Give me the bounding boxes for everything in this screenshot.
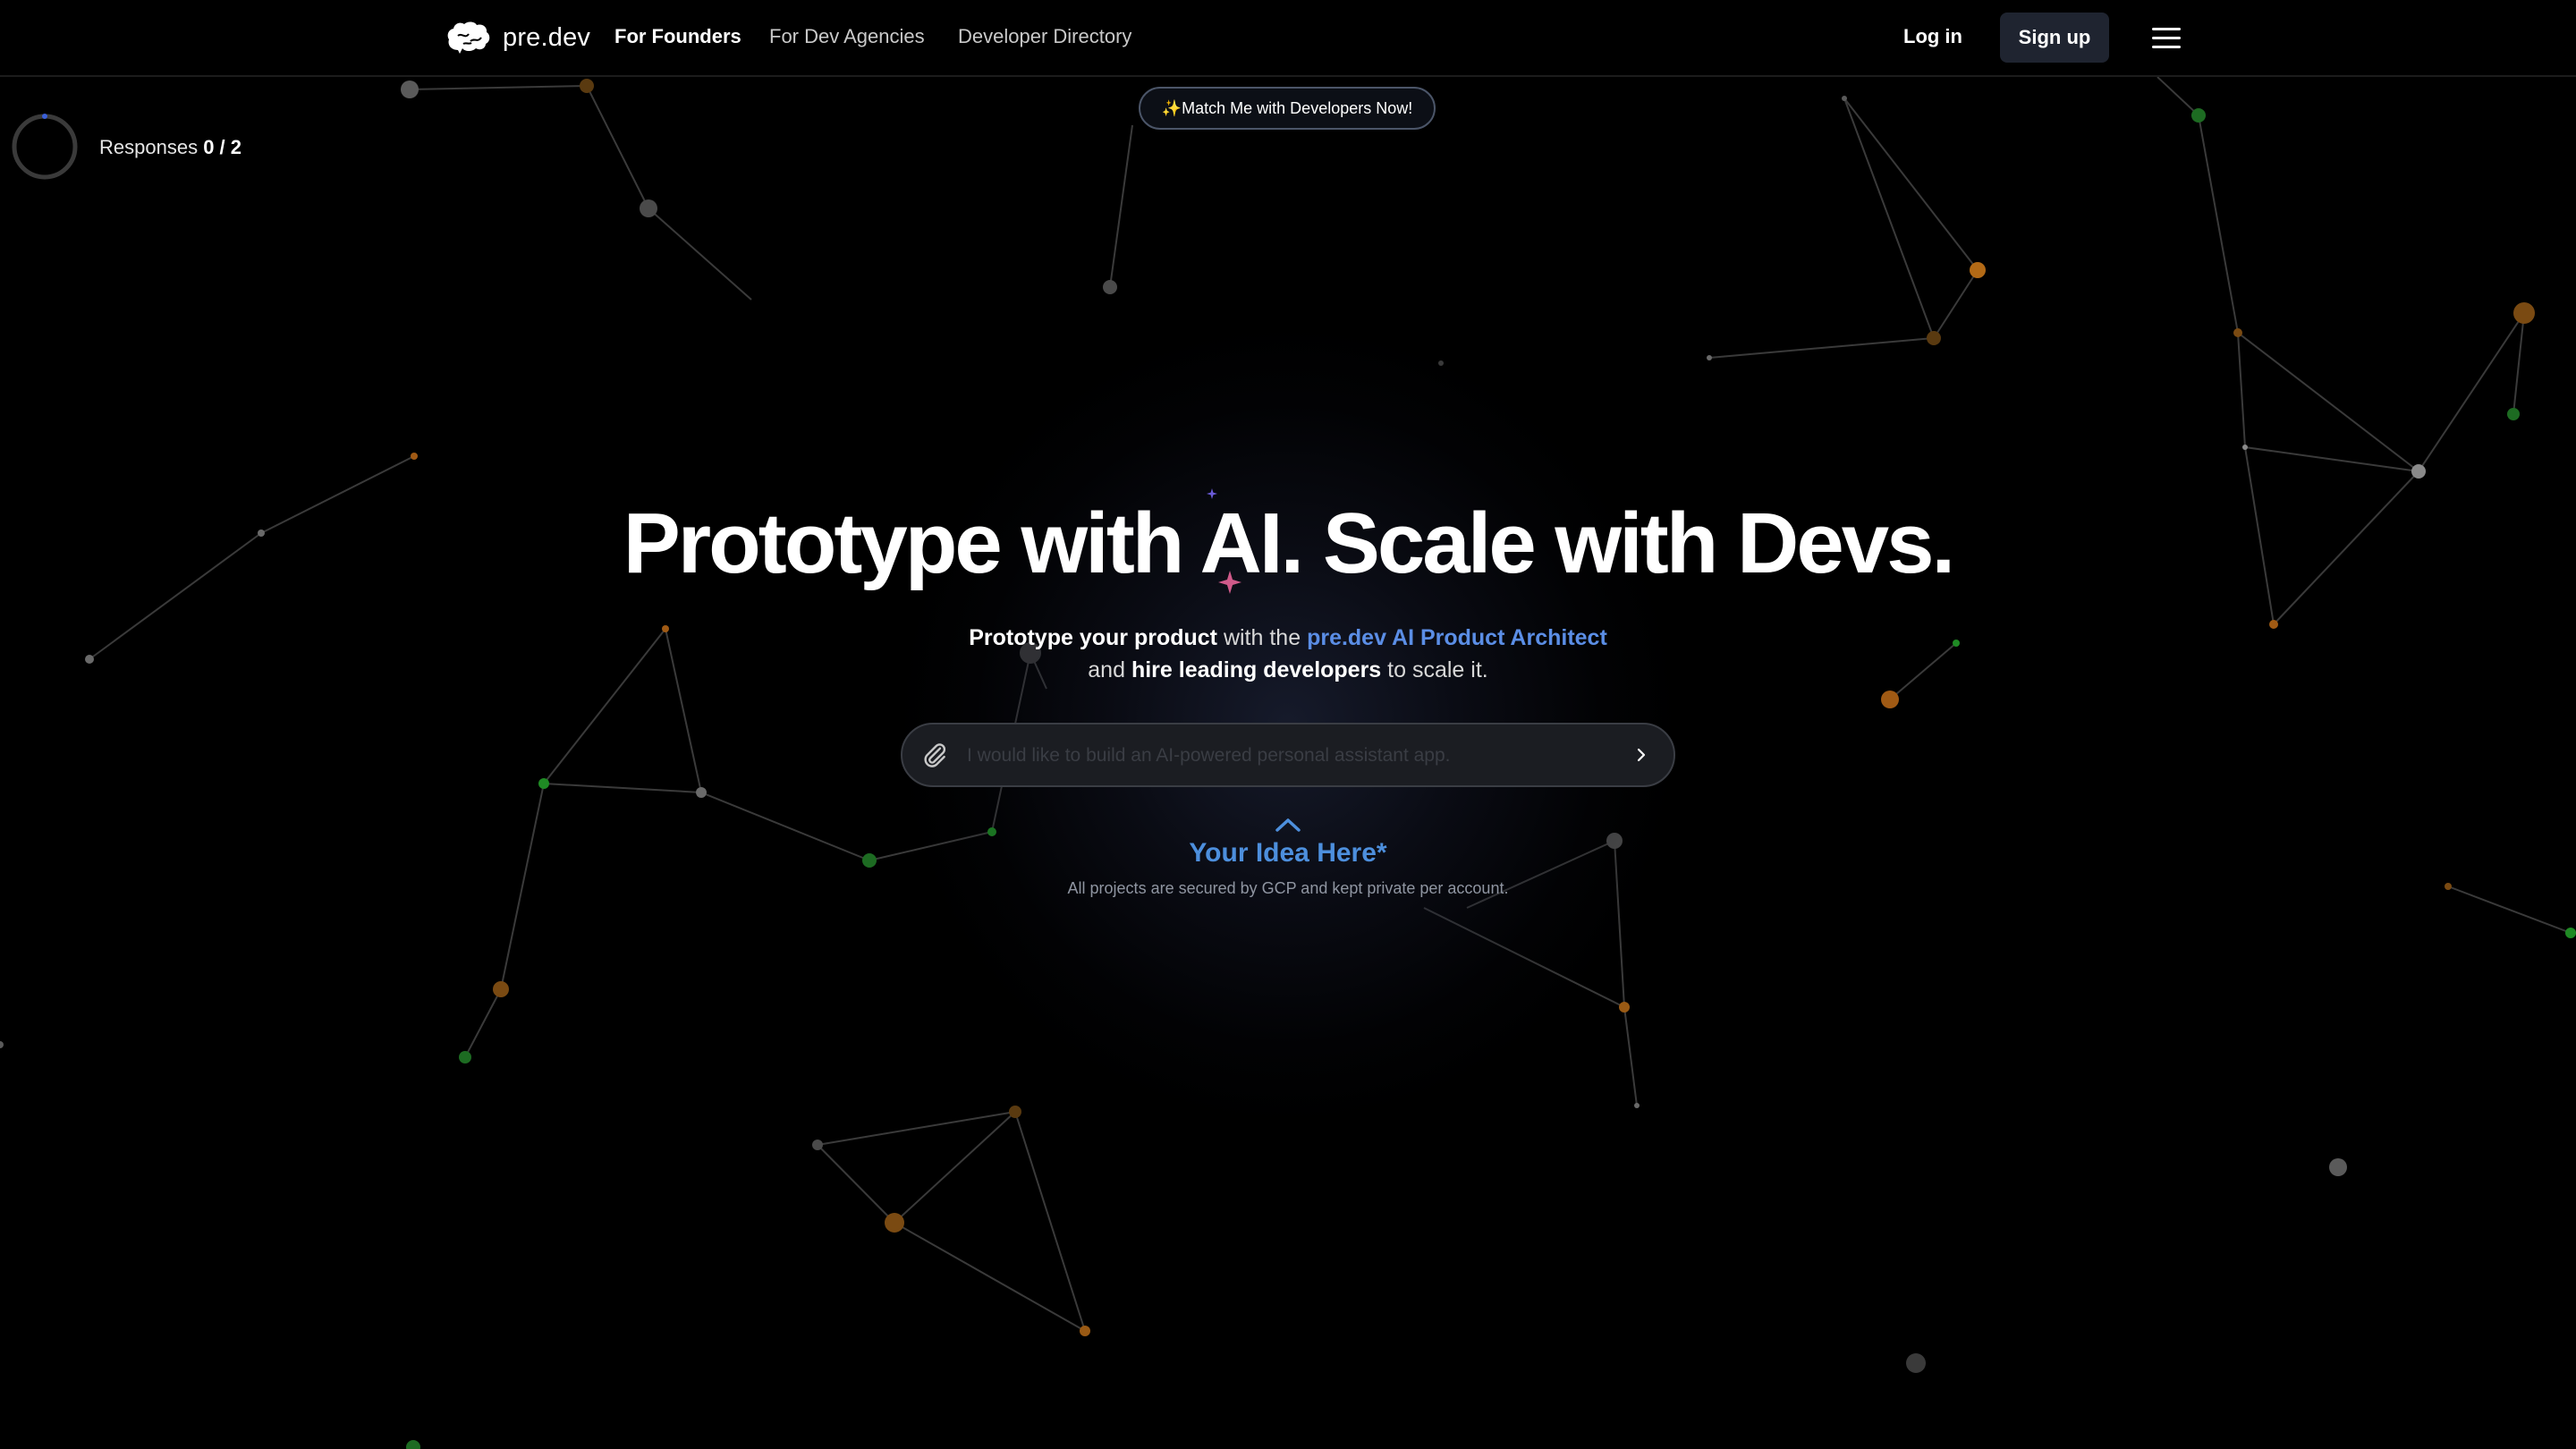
brain-icon: [447, 21, 490, 54]
hero-subtitle-line-1: Prototype your product with the pre.dev …: [0, 622, 2576, 654]
hero-subtitle-line-2: and hire leading developers to scale it.: [0, 654, 2576, 686]
subtitle-text: and: [1088, 657, 1131, 682]
page: pre.dev For Founders For Dev Agencies De…: [0, 0, 2576, 1449]
paperclip-icon[interactable]: [920, 741, 949, 769]
nav-link-for-founders[interactable]: For Founders: [614, 25, 741, 48]
brand-link[interactable]: pre.dev: [445, 18, 590, 57]
security-note: All projects are secured by GCP and kept…: [1067, 879, 1509, 897]
responses-count: 0 / 2: [203, 136, 242, 158]
subtitle-text: to scale it.: [1381, 657, 1488, 682]
idea-prompt-input[interactable]: [965, 737, 1595, 775]
nav-link-for-dev-agencies[interactable]: For Dev Agencies: [769, 25, 925, 48]
nav-link-developer-directory[interactable]: Developer Directory: [958, 25, 1131, 48]
top-navbar: pre.dev For Founders For Dev Agencies De…: [0, 0, 2576, 77]
subtitle-bold-hire: hire leading developers: [1131, 657, 1382, 682]
responses-label: Responses: [99, 136, 199, 158]
responses-counter: Responses 0 / 2: [99, 136, 242, 159]
match-developers-button[interactable]: ✨Match Me with Developers Now!: [1139, 87, 1436, 130]
hero-title: Prototype with AI. Scale with Devs.: [623, 496, 1955, 591]
your-idea-label: Your Idea Here*: [1189, 838, 1387, 868]
brand-name: pre.dev: [503, 22, 591, 52]
idea-prompt-box: [901, 723, 1675, 787]
chevron-right-icon[interactable]: [1627, 741, 1656, 769]
signup-button[interactable]: Sign up: [2000, 13, 2109, 63]
hamburger-menu-icon[interactable]: [2152, 25, 2182, 50]
chevron-up-icon: [1275, 818, 1301, 832]
subtitle-text: with the: [1217, 625, 1308, 650]
subtitle-bold-prototype: Prototype your product: [969, 625, 1217, 650]
subtitle-accent-architect: pre.dev AI Product Architect: [1307, 625, 1607, 650]
progress-ring-icon: [12, 114, 78, 180]
login-button[interactable]: Log in: [1903, 25, 1962, 48]
